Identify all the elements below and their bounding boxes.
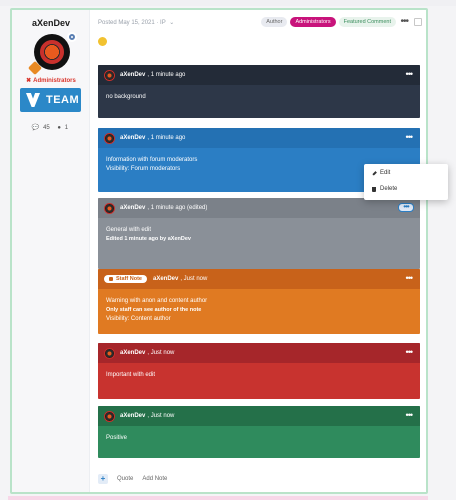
note-time: , 1 minute ago (edited) — [147, 205, 208, 211]
note-time: , Just now — [147, 350, 175, 356]
trash-icon — [372, 186, 376, 192]
plus-icon[interactable]: + — [98, 474, 108, 484]
rank-icon — [67, 32, 77, 42]
author-panel: aXenDev ✖ Administrators TEAM 💬 45 ● 1 — [12, 10, 90, 492]
note-author[interactable]: aXenDev — [120, 413, 145, 419]
note-body: no background — [98, 85, 420, 102]
note-dark: aXenDev , 1 minute ago ••• no background — [98, 65, 420, 118]
note-more-button[interactable]: ••• — [406, 347, 414, 357]
posts-count[interactable]: 💬 45 — [32, 125, 52, 131]
note-edited: Edited 1 minute ago by aXenDev — [106, 236, 191, 242]
note-author[interactable]: aXenDev — [153, 276, 178, 282]
note-author[interactable]: aXenDev — [120, 350, 145, 356]
group-icon: ✖ — [26, 78, 32, 84]
author-name[interactable]: aXenDev — [12, 18, 90, 28]
note-author[interactable]: aXenDev — [120, 135, 145, 141]
note-avatar[interactable] — [104, 69, 115, 81]
note-text: Warning with anon and content author — [106, 298, 208, 304]
post-more-button[interactable]: ••• — [400, 16, 408, 27]
emoji-icon — [98, 37, 107, 46]
reputation-count[interactable]: ● 1 — [57, 125, 70, 131]
note-more-button-active[interactable]: ••• — [398, 203, 414, 212]
note-header: aXenDev , 1 minute ago (edited) ••• — [98, 198, 420, 218]
badge-featured: Featured Comment — [338, 17, 396, 27]
post-date[interactable]: Posted May 15, 2021 — [98, 20, 155, 26]
chevron-down-icon[interactable]: ⌄ — [169, 20, 174, 26]
post-meta: Posted May 15, 2021 · IP ⌄ — [98, 19, 174, 26]
team-logo-text: TEAM — [46, 94, 80, 106]
note-body: Warning with anon and content author Onl… — [98, 289, 420, 324]
note-text: General with edit — [106, 227, 152, 233]
note-time: , 1 minute ago — [147, 72, 186, 78]
lock-icon — [109, 277, 113, 281]
author-stats: 💬 45 ● 1 — [12, 124, 90, 131]
note-avatar[interactable] — [104, 410, 115, 422]
note-text: Important with edit — [106, 372, 156, 378]
note-more-button[interactable]: ••• — [406, 410, 414, 420]
note-extra: Only staff can see author of the note — [106, 307, 202, 313]
badge-admin: Administrators — [290, 17, 336, 27]
note-header: aXenDev , 1 minute ago ••• — [98, 65, 420, 85]
note-author[interactable]: aXenDev — [120, 72, 145, 78]
team-v-icon — [26, 93, 40, 107]
note-body: General with edit Edited 1 minute ago by… — [98, 218, 420, 244]
ip-link[interactable]: · IP — [156, 20, 165, 26]
team-logo: TEAM — [20, 88, 81, 112]
note-time: , Just now — [147, 413, 175, 419]
post-badges: Author Administrators Featured Comment — [261, 17, 396, 27]
note-general: aXenDev , 1 minute ago (edited) ••• Gene… — [98, 198, 420, 269]
note-visibility: Visibility: Content author — [106, 316, 171, 322]
note-body: Positive — [98, 426, 420, 443]
note-header: aXenDev , Just now ••• — [98, 343, 420, 363]
note-more-button[interactable]: ••• — [406, 273, 414, 283]
note-header: aXenDev , Just now ••• — [98, 406, 420, 426]
note-time: , 1 minute ago — [147, 135, 186, 141]
note-more-button[interactable]: ••• — [406, 132, 414, 142]
staff-note-badge: Staff Note — [104, 275, 147, 283]
note-actions-dropdown: Edit Delete — [364, 164, 448, 200]
note-important: aXenDev , Just now ••• Important with ed… — [98, 343, 420, 399]
note-positive: aXenDev , Just now ••• Positive — [98, 406, 420, 458]
note-body: Important with edit — [98, 363, 420, 380]
next-post-strip — [8, 496, 428, 500]
author-group: ✖ Administrators — [26, 78, 76, 84]
note-warning: Staff Note aXenDev , Just now ••• Warnin… — [98, 269, 420, 334]
dropdown-delete[interactable]: Delete — [364, 181, 448, 197]
badge-author: Author — [261, 17, 288, 27]
note-avatar[interactable] — [104, 202, 115, 214]
post-select-checkbox[interactable] — [414, 18, 422, 26]
note-time: , Just now — [180, 276, 208, 282]
pencil-icon — [371, 169, 378, 176]
note-avatar[interactable] — [104, 347, 115, 359]
note-author[interactable]: aXenDev — [120, 205, 145, 211]
note-header: aXenDev , 1 minute ago ••• — [98, 128, 420, 148]
note-text: Positive — [106, 435, 128, 441]
note-text: no background — [106, 94, 146, 100]
quote-button[interactable]: Quote — [117, 476, 133, 482]
add-note-button[interactable]: Add Note — [142, 476, 167, 482]
post-main: Posted May 15, 2021 · IP ⌄ Author Admini… — [90, 10, 426, 492]
dropdown-edit[interactable]: Edit — [364, 165, 448, 181]
note-header: Staff Note aXenDev , Just now ••• — [98, 269, 420, 289]
note-more-button[interactable]: ••• — [406, 69, 414, 79]
post-footer: + Quote Add Note — [98, 474, 167, 484]
note-avatar[interactable] — [104, 132, 115, 144]
top-strip — [0, 0, 456, 6]
post-card: aXenDev ✖ Administrators TEAM 💬 45 ● 1 Po… — [10, 8, 428, 494]
